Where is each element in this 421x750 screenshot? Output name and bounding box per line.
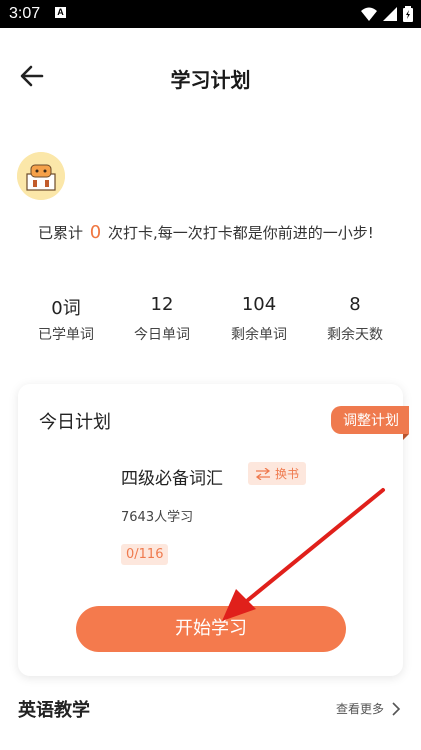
checkin-suffix: 次打卡,每一次打卡都是你前进的一小步!: [108, 224, 374, 242]
checkin-count: 0: [89, 222, 102, 243]
stat-label: 剩余天数: [327, 327, 383, 343]
plan-title: 今日计划: [39, 412, 111, 433]
avatar[interactable]: [17, 152, 65, 200]
tiger-mascot-icon: [17, 152, 65, 200]
battery-icon: [403, 6, 413, 22]
status-icons: [361, 6, 413, 22]
checkin-message: 已累计 0 次打卡,每一次打卡都是你前进的一小步!: [38, 222, 374, 243]
stat-today-words: 12 今日单词: [114, 294, 210, 344]
signal-icon: [383, 7, 397, 21]
stat-remaining-days: 8 剩余天数: [307, 294, 403, 344]
learner-count: 7643人学习: [121, 510, 194, 525]
stat-remaining-words: 104 剩余单词: [211, 294, 307, 344]
stat-value: 12: [150, 294, 174, 315]
see-more-label: 查看更多: [335, 702, 384, 716]
stat-learned-words: 0词 已学单词: [18, 294, 114, 344]
stat-label: 已学单词: [38, 327, 94, 343]
progress-badge: 0/116: [121, 544, 169, 565]
stat-label: 今日单词: [134, 327, 190, 343]
checkin-prefix: 已累计: [38, 224, 84, 242]
wifi-icon: [361, 7, 377, 21]
stat-value: 0词: [51, 298, 81, 319]
stat-label: 剩余单词: [231, 327, 287, 343]
change-book-label: 换书: [275, 467, 300, 481]
chevron-right-icon: [392, 701, 401, 716]
notification-app-icon: A: [55, 7, 66, 18]
status-bar: 3:07 A: [0, 0, 421, 28]
stat-value: 104: [241, 294, 277, 315]
stats-row: 0词 已学单词 12 今日单词 104 剩余单词 8 剩余天数: [18, 294, 403, 354]
status-time: 3:07: [9, 5, 41, 22]
stat-value: 8: [349, 294, 361, 315]
start-learning-button[interactable]: 开始学习: [76, 606, 346, 652]
section-title: 英语教学: [18, 700, 90, 721]
swap-icon: [255, 467, 271, 480]
change-book-button[interactable]: 换书: [248, 462, 307, 485]
top-bar: 学习计划: [0, 28, 421, 124]
today-plan-card: 今日计划 调整计划 四级必备词汇 换书 7643人学习 0/116 开始学习: [18, 384, 409, 676]
see-more-link[interactable]: 查看更多: [336, 700, 401, 717]
book-name: 四级必备词汇: [121, 469, 223, 489]
page-title: 学习计划: [170, 68, 251, 92]
adjust-plan-button[interactable]: 调整计划: [331, 406, 409, 440]
